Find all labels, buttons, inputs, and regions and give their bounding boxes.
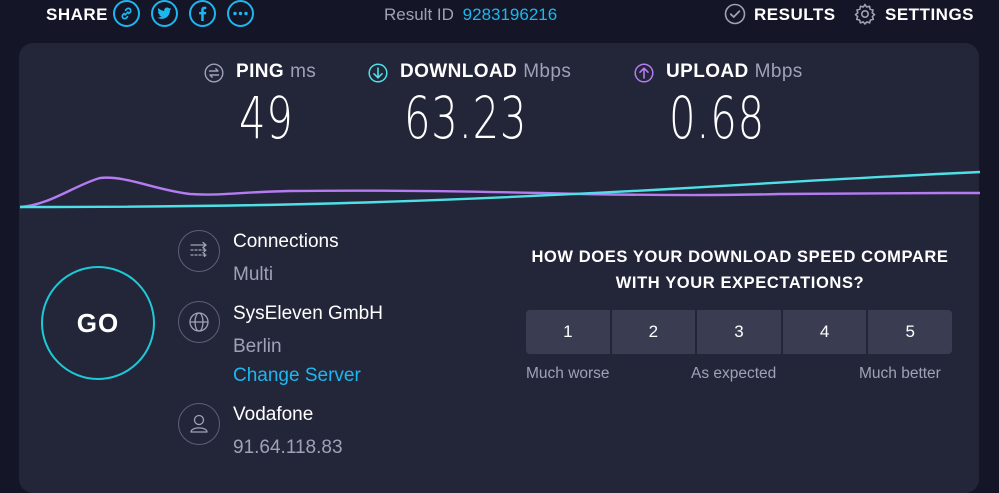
server-name: SysEleven GmbH (233, 303, 383, 324)
server-location: Berlin (233, 336, 282, 357)
connections-value: Multi (233, 264, 274, 285)
provider-name: Vodafone (233, 404, 314, 425)
rating-button-1[interactable]: 1 (526, 310, 610, 354)
twitter-share-button[interactable] (151, 0, 178, 27)
link-share-button[interactable] (113, 0, 140, 27)
upload-unit: Mbps (754, 61, 803, 82)
more-share-button[interactable] (227, 0, 254, 27)
more-icon (233, 11, 248, 16)
check-circle-icon (724, 3, 746, 25)
upload-label: UPLOAD (666, 61, 749, 82)
ping-heading: PING ms (236, 61, 316, 83)
ping-value: 49 (239, 84, 294, 152)
scale-label-low: Much worse (526, 365, 610, 382)
link-icon (121, 7, 132, 20)
ping-unit: ms (290, 61, 317, 82)
rating-button-2[interactable]: 2 (611, 310, 696, 354)
connections-title: Connections (233, 231, 339, 252)
ping-icon (204, 63, 224, 83)
rating-button-4[interactable]: 4 (782, 310, 867, 354)
survey-question-line1: HOW DOES YOUR DOWNLOAD SPEED COMPARE (531, 248, 949, 266)
user-icon (178, 403, 220, 445)
go-button[interactable]: GO (41, 266, 155, 380)
result-id-display: Result ID 9283196216 (384, 5, 557, 25)
rating-button-3[interactable]: 3 (697, 310, 781, 354)
speed-graph (20, 170, 980, 209)
rating-scale: 1 2 3 4 5 (526, 310, 952, 354)
connections-icon (178, 230, 220, 272)
upload-value: 0.68 (669, 84, 765, 152)
change-server-link[interactable]: Change Server (233, 365, 361, 387)
globe-icon (178, 301, 220, 343)
gear-icon (854, 3, 876, 25)
download-label: DOWNLOAD (400, 61, 518, 82)
results-link[interactable]: RESULTS (754, 5, 836, 25)
download-value: 63.23 (404, 84, 528, 152)
scale-label-mid: As expected (691, 365, 777, 382)
top-bar: SHARE Result ID 9283196216 RESULTS SETTI… (0, 0, 999, 34)
provider-ip: 91.64.118.83 (233, 437, 343, 458)
twitter-icon (157, 7, 172, 19)
facebook-icon (199, 6, 207, 21)
download-arrow-icon (368, 63, 388, 83)
result-id-label: Result ID (384, 5, 454, 24)
share-label: SHARE (46, 5, 109, 24)
rating-button-5[interactable]: 5 (868, 310, 952, 354)
result-id-link[interactable]: 9283196216 (463, 5, 558, 24)
settings-link[interactable]: SETTINGS (885, 5, 974, 25)
upload-heading: UPLOAD Mbps (666, 61, 803, 83)
upload-speed-line (20, 176, 980, 209)
survey-question: HOW DOES YOUR DOWNLOAD SPEED COMPARE WIT… (520, 244, 960, 296)
survey-question-line2: WITH YOUR EXPECTATIONS? (615, 274, 865, 292)
download-heading: DOWNLOAD Mbps (400, 61, 571, 83)
facebook-share-button[interactable] (189, 0, 216, 27)
ping-label: PING (236, 61, 285, 82)
upload-arrow-icon (634, 63, 654, 83)
scale-label-high: Much better (859, 365, 941, 382)
download-unit: Mbps (523, 61, 572, 82)
